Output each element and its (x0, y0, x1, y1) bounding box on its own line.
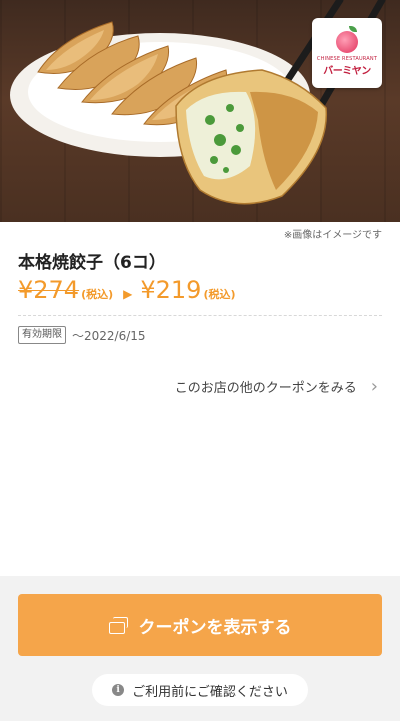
validity-date: 〜2022/6/15 (72, 328, 146, 343)
other-coupons-label: このお店の他のクーポンをみる (174, 381, 357, 396)
restaurant-logo: CHINESE RESTAURANT バーミヤン (312, 18, 382, 88)
coupon-icon (108, 617, 129, 634)
confirm-before-use-button[interactable]: i ご利用前にご確認ください (92, 674, 308, 706)
hero-image: CHINESE RESTAURANT バーミヤン (0, 0, 400, 222)
validity-label: 有効期限 (18, 326, 66, 344)
chevron-right-icon: › (370, 375, 378, 397)
product-title: 本格焼餃子（6コ） (18, 253, 166, 273)
show-coupon-label: クーポンを表示する (138, 617, 292, 638)
logo-name: バーミヤン (323, 66, 371, 77)
other-coupons-link[interactable]: このお店の他のクーポンをみる › (175, 377, 378, 396)
old-price-tax: (税込) (81, 288, 114, 301)
old-price: ¥274 (18, 276, 80, 304)
new-price: ¥219 (140, 276, 202, 304)
price-arrow-icon: ▶ (123, 287, 133, 301)
info-icon: i (112, 684, 125, 696)
divider (18, 315, 382, 316)
peach-logo-icon (336, 26, 358, 53)
new-price-tax: (税込) (203, 288, 236, 301)
image-note: ※画像はイメージです (283, 230, 382, 241)
footer: クーポンを表示する i ご利用前にご確認ください (0, 576, 400, 721)
confirm-label: ご利用前にご確認ください (132, 684, 288, 700)
show-coupon-button[interactable]: クーポンを表示する (18, 594, 382, 656)
price-row: ¥274 (税込) ▶ ¥219 (税込) (18, 276, 236, 306)
validity: 有効期限 〜2022/6/15 (18, 326, 146, 344)
